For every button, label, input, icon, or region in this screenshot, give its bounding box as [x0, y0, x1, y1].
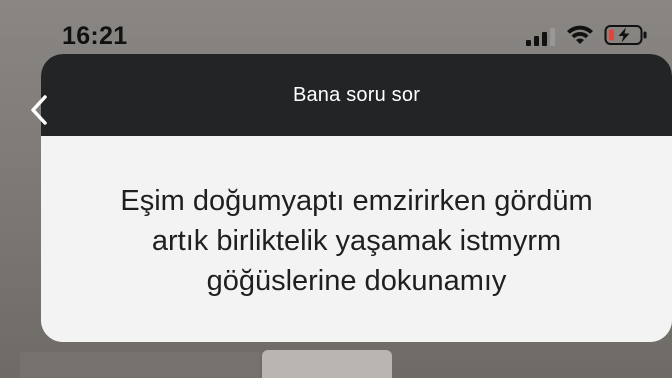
story-screen: 16:21 Bana soru sor Eşim doğumyaptı emzi… — [0, 0, 672, 378]
question-card-header: Bana soru sor — [41, 54, 672, 136]
cellular-signal-icon — [526, 28, 558, 46]
question-line-1: Eşim doğumyaptı emzirirken gördüm — [120, 185, 593, 217]
status-bar: 16:21 — [0, 0, 672, 52]
background-photo-dark — [20, 352, 260, 378]
background-photo-object — [262, 350, 392, 378]
question-sticker-card: Bana soru sor Eşim doğumyaptı emzirirken… — [41, 54, 672, 342]
question-card-body: Eşim doğumyaptı emzirirken gördüm artık … — [41, 136, 672, 342]
status-time: 16:21 — [62, 22, 128, 50]
question-card-title: Bana soru sor — [292, 84, 421, 106]
wifi-icon — [567, 25, 593, 44]
chevron-left-icon[interactable] — [28, 94, 50, 126]
question-text: Eşim doğumyaptı emzirirken gördüm artık … — [41, 181, 672, 301]
question-line-3: göğüslerine dokunamıy — [206, 265, 507, 297]
battery-charging-icon — [604, 25, 647, 45]
question-line-2: artık birliktelik yaşamak istmyrm — [151, 225, 562, 257]
